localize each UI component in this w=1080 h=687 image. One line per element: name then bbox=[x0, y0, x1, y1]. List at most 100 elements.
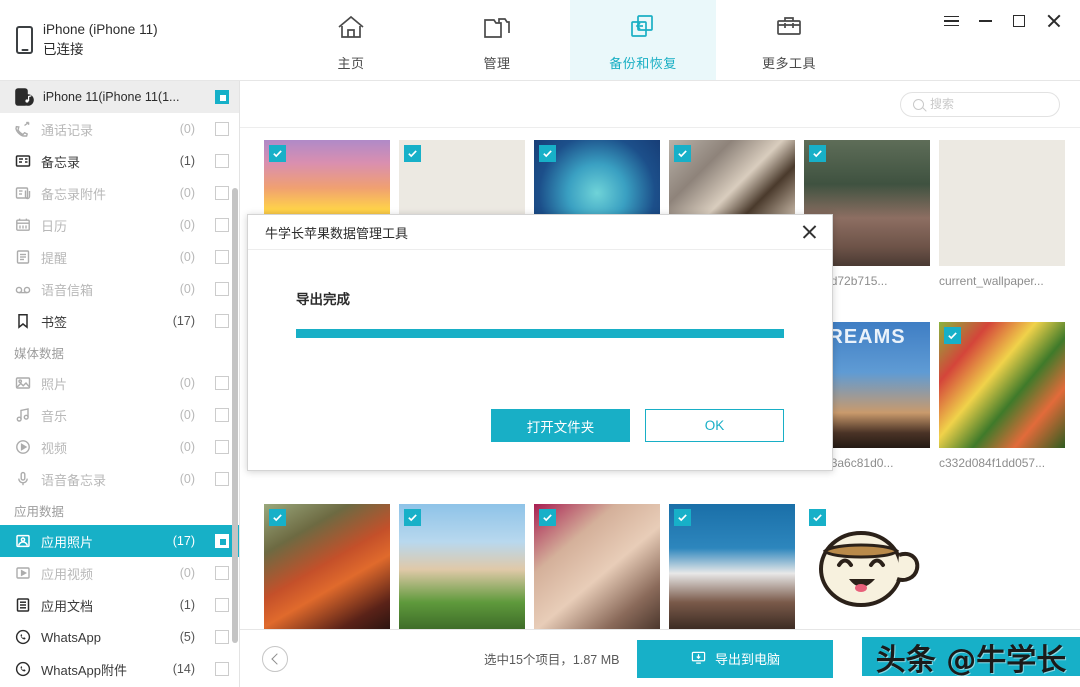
dialog-actions: 打开文件夹 OK bbox=[491, 409, 784, 442]
sidebar-item-checkbox[interactable] bbox=[215, 440, 229, 454]
whatsapp-attach-icon bbox=[14, 661, 31, 678]
photo-item[interactable]: fb081fe4f6bd0671... bbox=[264, 504, 399, 639]
photo-checkbox-checked[interactable] bbox=[269, 145, 286, 162]
hamburger-icon bbox=[944, 16, 959, 27]
tab-backup-restore[interactable]: 备份和恢复 bbox=[570, 0, 716, 80]
ok-button[interactable]: OK bbox=[645, 409, 784, 442]
sidebar-item-checkbox[interactable] bbox=[215, 662, 229, 676]
photo-thumbnail-wrap[interactable] bbox=[804, 504, 930, 630]
sidebar-item-voice-memo[interactable]: 语音备忘录(0) bbox=[0, 463, 239, 495]
photo-filename: c332d084f1dd057... bbox=[939, 456, 1065, 470]
minimize-button[interactable] bbox=[968, 8, 1002, 34]
sidebar-item-video[interactable]: 视频(0) bbox=[0, 431, 239, 463]
whatsapp-icon bbox=[14, 629, 31, 646]
previous-page-button[interactable] bbox=[262, 646, 288, 672]
tab-manage[interactable]: 管理 bbox=[424, 0, 570, 80]
voicemail-icon bbox=[14, 281, 31, 298]
sidebar-item-photo[interactable]: 照片(0) bbox=[0, 367, 239, 399]
backup-restore-icon bbox=[628, 14, 658, 46]
tab-backup-restore-label: 备份和恢复 bbox=[609, 53, 677, 72]
photo-checkbox-checked[interactable] bbox=[539, 145, 556, 162]
connected-device-info: iPhone (iPhone 11) 已连接 bbox=[0, 0, 240, 80]
photo-checkbox-checked[interactable] bbox=[944, 327, 961, 344]
maximize-button[interactable] bbox=[1002, 8, 1036, 34]
photo-item[interactable]: 709b9527-2715-4... bbox=[804, 504, 939, 639]
sidebar-item-checkbox[interactable] bbox=[215, 630, 229, 644]
maximize-icon bbox=[1013, 15, 1025, 27]
sidebar-item-app-photo[interactable]: 应用照片(17) bbox=[0, 525, 239, 557]
sidebar-item-call-log[interactable]: 通话记录(0) bbox=[0, 113, 239, 145]
sidebar-item-notes[interactable]: 备忘录(1) bbox=[0, 145, 239, 177]
sidebar-item-count: (0) bbox=[180, 186, 195, 200]
search-input[interactable] bbox=[930, 97, 1047, 111]
photo-checkbox-checked[interactable] bbox=[809, 509, 826, 526]
sidebar-item-checkbox[interactable] bbox=[215, 218, 229, 232]
sidebar-item-checkbox[interactable] bbox=[215, 408, 229, 422]
sidebar-device-row[interactable]: iPhone 11(iPhone 11(1... bbox=[0, 81, 239, 113]
photo-thumbnail-wrap[interactable] bbox=[939, 322, 1065, 448]
sidebar-item-reminder[interactable]: 提醒(0) bbox=[0, 241, 239, 273]
photo-checkbox-checked[interactable] bbox=[404, 509, 421, 526]
sidebar-item-music[interactable]: 音乐(0) bbox=[0, 399, 239, 431]
sidebar-item-checkbox[interactable] bbox=[215, 250, 229, 264]
sidebar-item-whatsapp-attach[interactable]: WhatsApp附件(14) bbox=[0, 653, 239, 685]
photo-item[interactable]: 388fd508217e082... bbox=[534, 504, 669, 639]
photo-checkbox-checked[interactable] bbox=[269, 509, 286, 526]
sidebar-item-label: 音乐 bbox=[41, 406, 170, 425]
photo-checkbox-checked[interactable] bbox=[539, 509, 556, 526]
photo-item[interactable]: c985c27a861e094... bbox=[399, 504, 534, 639]
open-folder-button[interactable]: 打开文件夹 bbox=[491, 409, 630, 442]
photo-item[interactable]: 2e35f4c56cc1e1b... bbox=[669, 504, 804, 639]
photo-thumbnail-wrap[interactable] bbox=[264, 504, 390, 630]
sidebar-item-label: 备忘录附件 bbox=[41, 184, 170, 203]
sidebar-device-checkbox[interactable] bbox=[215, 90, 229, 104]
photo-checkbox-checked[interactable] bbox=[674, 145, 691, 162]
sidebar-item-checkbox[interactable] bbox=[215, 376, 229, 390]
sidebar-item-checkbox[interactable] bbox=[215, 122, 229, 136]
sidebar-item-checkbox[interactable] bbox=[215, 598, 229, 612]
sidebar-item-note-attach[interactable]: 备忘录附件 (0) bbox=[0, 177, 239, 209]
sidebar-item-app-doc[interactable]: 应用文档(1) bbox=[0, 589, 239, 621]
photo-item[interactable]: current_wallpaper... bbox=[939, 140, 1074, 288]
sidebar-item-count: (17) bbox=[173, 534, 195, 548]
sidebar-item-voicemail[interactable]: 语音信箱(0) bbox=[0, 273, 239, 305]
sidebar-scrollbar[interactable] bbox=[232, 188, 238, 643]
sidebar-item-calendar[interactable]: 日历(0) bbox=[0, 209, 239, 241]
sidebar-item-checkbox[interactable] bbox=[215, 534, 229, 548]
sidebar-item-checkbox[interactable] bbox=[215, 154, 229, 168]
sidebar-item-whatsapp[interactable]: WhatsApp(5) bbox=[0, 621, 239, 653]
photo-checkbox-checked[interactable] bbox=[809, 145, 826, 162]
photo-thumbnail-wrap[interactable] bbox=[534, 504, 660, 630]
sidebar-group-label: 媒体数据 bbox=[0, 337, 239, 367]
top-header: iPhone (iPhone 11) 已连接 主页 管理 bbox=[0, 0, 1080, 81]
photo-checkbox-checked[interactable] bbox=[404, 145, 421, 162]
reminder-icon bbox=[14, 249, 31, 266]
photo-item[interactable]: c332d084f1dd057... bbox=[939, 322, 1074, 470]
sidebar-item-label: 通话记录 bbox=[41, 120, 170, 139]
watermark-text: 头条 @牛学长 bbox=[876, 635, 1066, 679]
sidebar-item-checkbox[interactable] bbox=[215, 566, 229, 580]
sidebar-item-checkbox[interactable] bbox=[215, 472, 229, 486]
export-icon bbox=[691, 650, 706, 668]
photo-thumbnail-wrap[interactable] bbox=[939, 140, 1065, 266]
photo-thumbnail-wrap[interactable] bbox=[399, 504, 525, 630]
photo-checkbox-checked[interactable] bbox=[674, 509, 691, 526]
search-box[interactable] bbox=[900, 92, 1060, 117]
close-button[interactable] bbox=[1036, 8, 1070, 34]
sidebar-item-label: 语音备忘录 bbox=[41, 470, 170, 489]
tab-home[interactable]: 主页 bbox=[278, 0, 424, 80]
sidebar-item-checkbox[interactable] bbox=[215, 186, 229, 200]
sidebar-item-count: (0) bbox=[180, 282, 195, 296]
phone-icon bbox=[16, 26, 33, 54]
hamburger-menu-button[interactable] bbox=[934, 8, 968, 34]
photo-thumbnail-wrap[interactable] bbox=[669, 504, 795, 630]
sidebar-item-bookmark[interactable]: 书签(17) bbox=[0, 305, 239, 337]
sidebar-item-checkbox[interactable] bbox=[215, 282, 229, 296]
video-icon bbox=[14, 439, 31, 456]
sidebar-item-label: 提醒 bbox=[41, 248, 170, 267]
sidebar-item-app-video[interactable]: 应用视频(0) bbox=[0, 557, 239, 589]
export-to-computer-button[interactable]: 导出到电脑 bbox=[637, 640, 833, 678]
tab-more-tools[interactable]: 更多工具 bbox=[716, 0, 862, 80]
dialog-close-button[interactable] bbox=[796, 219, 822, 245]
sidebar-item-checkbox[interactable] bbox=[215, 314, 229, 328]
